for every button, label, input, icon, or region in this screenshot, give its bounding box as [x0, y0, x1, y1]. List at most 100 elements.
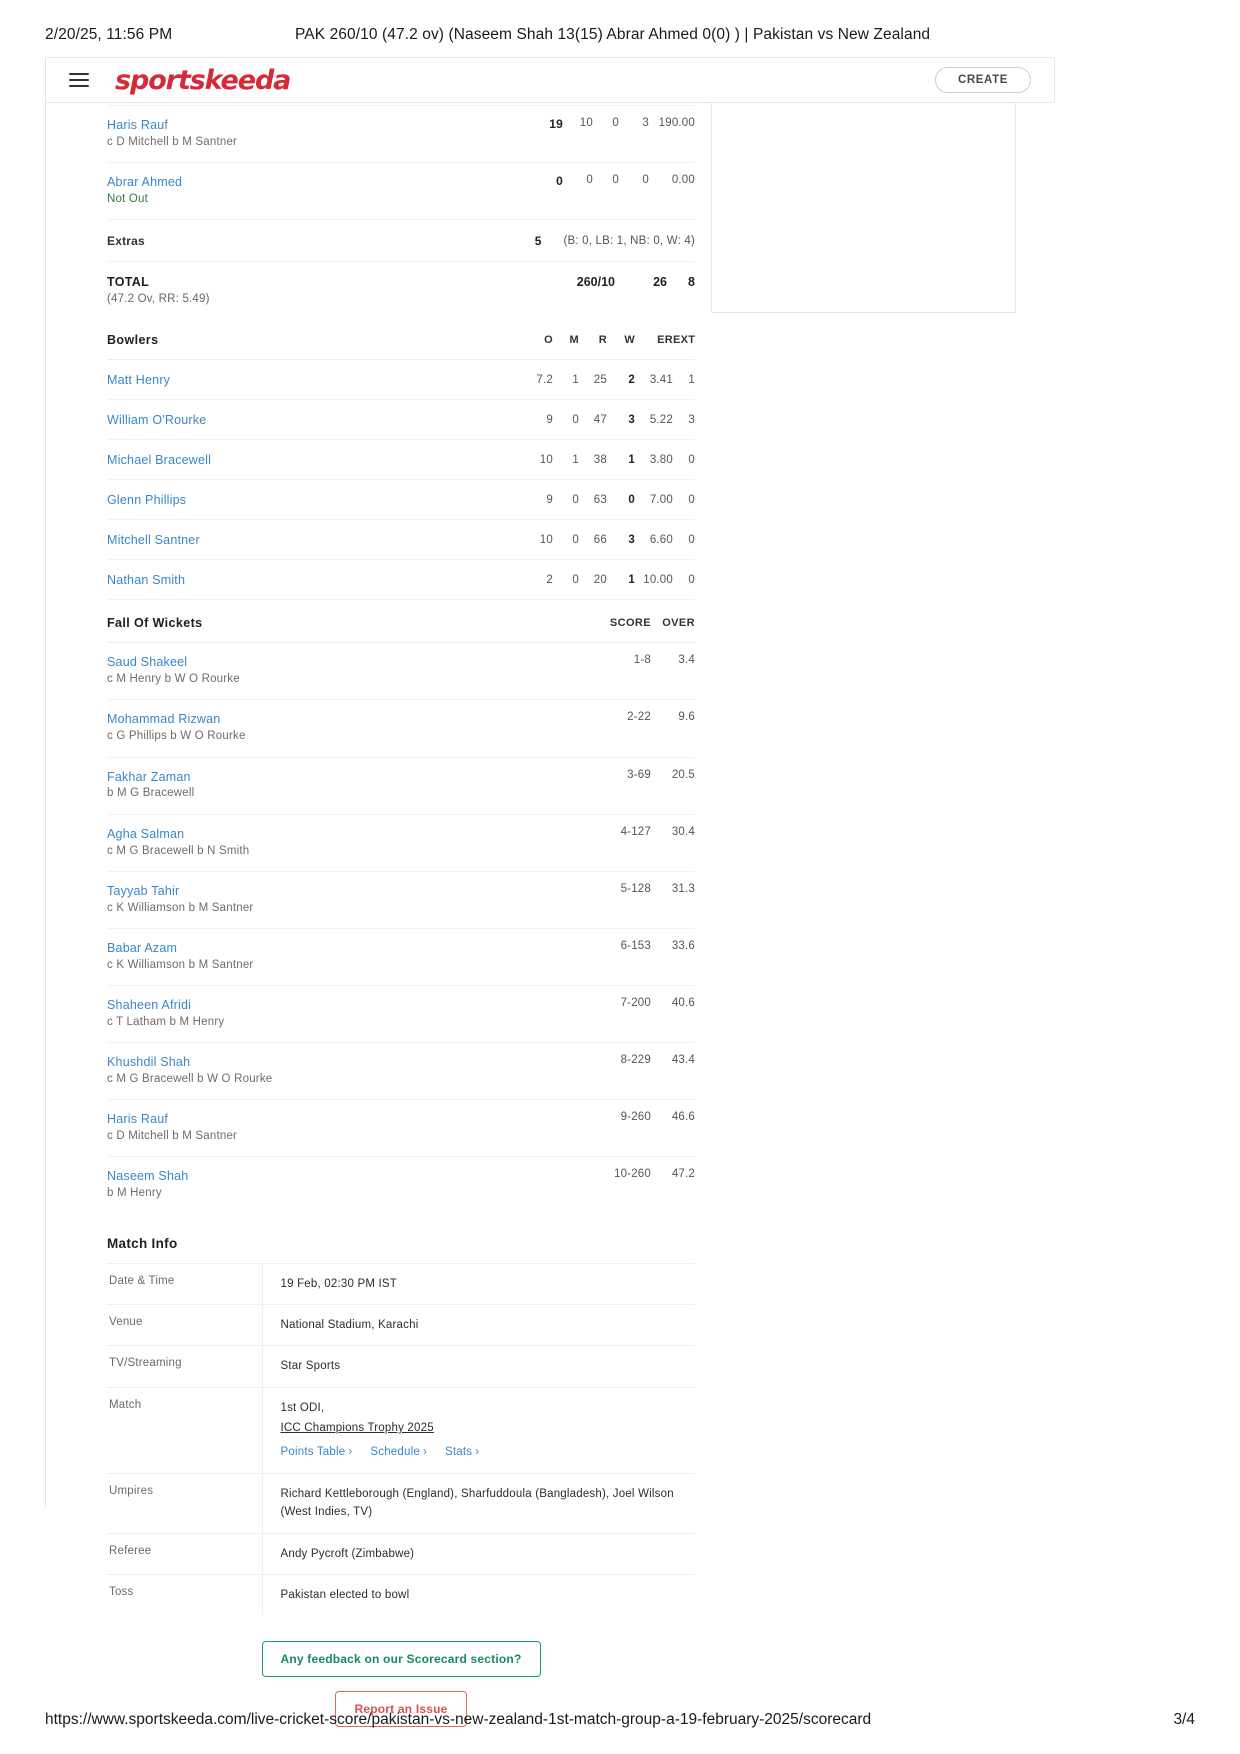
match-info-table: Date & Time 19 Feb, 02:30 PM IST Venue N…: [107, 1263, 695, 1616]
batsman-name[interactable]: Haris Rauf: [107, 117, 527, 134]
bowler-runs: 25: [593, 373, 607, 386]
column-header-wickets: W: [624, 334, 635, 347]
sportskeeda-logo[interactable]: sportskeeda: [115, 65, 291, 96]
bowler-runs: 63: [593, 493, 607, 506]
fow-dismissal: c M G Bracewell b N Smith: [107, 844, 250, 857]
match-info-key-match: Match: [107, 1387, 263, 1474]
table-row[interactable]: Haris Rauf c D Mitchell b M Santner 9-26…: [107, 1100, 695, 1158]
match-info-value-match: 1st ODI, ICC Champions Trophy 2025 Point…: [262, 1387, 695, 1473]
table-row[interactable]: Mitchell Santner 10 0 66 3 6.60 0: [107, 520, 695, 561]
batsman-balls: 10: [579, 117, 593, 129]
print-page-number: 3/4: [1173, 1711, 1195, 1728]
fow-player-name[interactable]: Haris Rauf: [107, 1111, 573, 1128]
site-header: sportskeeda CREATE: [45, 57, 1055, 103]
fow-dismissal: b M Henry: [107, 1187, 162, 1200]
bowler-name[interactable]: Matt Henry: [107, 373, 523, 387]
fow-dismissal: c M G Bracewell b W O Rourke: [107, 1073, 273, 1085]
create-button[interactable]: CREATE: [934, 67, 1031, 93]
batsman-dismissal: Not Out: [107, 193, 149, 205]
table-row[interactable]: Matt Henry 7.2 1 25 2 3.41 1: [107, 360, 695, 401]
bowler-extras: 0: [688, 493, 695, 506]
fow-over: 31.3: [671, 882, 695, 895]
table-row[interactable]: William O'Rourke 9 0 47 3 5.22 3: [107, 400, 695, 441]
fow-player-name[interactable]: Saud Shakeel: [107, 654, 573, 671]
table-row[interactable]: Mohammad Rizwan c G Phillips b W O Rourk…: [107, 700, 695, 758]
fow-player-name[interactable]: Fakhar Zaman: [107, 769, 573, 786]
bowler-name[interactable]: William O'Rourke: [107, 413, 523, 427]
print-source-url: https://www.sportskeeda.com/live-cricket…: [45, 1711, 872, 1728]
bowler-overs: 9: [546, 493, 553, 506]
column-header-over: OVER: [662, 617, 695, 630]
fow-player-name[interactable]: Tayyab Tahir: [107, 883, 573, 900]
table-row[interactable]: Naseem Shah b M Henry 10-260 47.2: [107, 1157, 695, 1213]
bowler-overs: 9: [546, 413, 553, 426]
batsman-runs: 19: [549, 117, 563, 131]
bowler-name[interactable]: Nathan Smith: [107, 573, 523, 587]
column-header-maidens: M: [569, 334, 579, 347]
table-row[interactable]: Saud Shakeel c M Henry b W O Rourke 1-8 …: [107, 643, 695, 701]
bowler-wickets: 2: [628, 373, 635, 386]
table-row[interactable]: Shaheen Afridi c T Latham b M Henry 7-20…: [107, 986, 695, 1044]
batsman-sixes: 3: [642, 117, 649, 129]
bowler-runs: 20: [593, 573, 607, 586]
table-row: Venue National Stadium, Karachi: [107, 1304, 695, 1346]
print-timestamp: 2/20/25, 11:56 PM: [45, 26, 173, 43]
fow-score: 10-260: [613, 1168, 651, 1181]
total-label: TOTAL: [107, 275, 150, 290]
fow-player-name[interactable]: Naseem Shah: [107, 1168, 573, 1185]
stats-link[interactable]: Stats ›: [445, 1443, 479, 1461]
table-row[interactable]: Haris Rauf c D Mitchell b M Santner 19 1…: [107, 106, 695, 164]
fow-over: 30.4: [671, 825, 695, 838]
fow-player-name[interactable]: Agha Salman: [107, 826, 573, 843]
bowler-wickets: 3: [628, 413, 635, 426]
batsman-name[interactable]: Abrar Ahmed: [107, 174, 527, 191]
bowler-wickets: 0: [628, 493, 635, 506]
table-row[interactable]: Babar Azam c K Williamson b M Santner 6-…: [107, 929, 695, 986]
bowler-name[interactable]: Michael Bracewell: [107, 453, 523, 467]
bowler-runs: 38: [593, 453, 607, 466]
bowler-name[interactable]: Mitchell Santner: [107, 533, 523, 547]
schedule-link[interactable]: Schedule ›: [370, 1443, 427, 1461]
scorecard-content: b M Henry Haris Rauf c D Mitchell b M Sa…: [107, 82, 696, 1728]
fow-player-name[interactable]: Babar Azam: [107, 940, 573, 957]
table-row[interactable]: Michael Bracewell 10 1 38 1 3.80 0: [107, 440, 695, 481]
bowler-economy: 7.00: [649, 493, 673, 506]
table-row[interactable]: Abrar Ahmed Not Out 0 0 0 0 0.00: [107, 163, 695, 221]
bowlers-table: Matt Henry 7.2 1 25 2 3.41 1 William O'R…: [107, 360, 695, 601]
feedback-button[interactable]: Any feedback on our Scorecard section?: [261, 1641, 541, 1678]
match-info-value-toss: Pakistan elected to bowl: [280, 1589, 410, 1602]
bowler-extras: 3: [688, 413, 695, 426]
batsman-runs: 0: [556, 174, 563, 189]
bowler-maidens: 0: [572, 413, 579, 426]
table-row[interactable]: Nathan Smith 2 0 20 1 10.00 0: [107, 560, 695, 601]
series-link[interactable]: ICC Champions Trophy 2025: [281, 1419, 434, 1437]
fow-score: 6-153: [620, 939, 651, 952]
table-row: Umpires Richard Kettleborough (England),…: [107, 1473, 695, 1534]
table-row: Date & Time 19 Feb, 02:30 PM IST: [107, 1263, 695, 1305]
points-table-link[interactable]: Points Table ›: [281, 1443, 353, 1461]
table-row[interactable]: Glenn Phillips 9 0 63 0 7.00 0: [107, 480, 695, 521]
print-header: 2/20/25, 11:56 PM PAK 260/10 (47.2 ov) (…: [0, 26, 1240, 44]
match-info-key-tv: TV/Streaming: [107, 1345, 263, 1388]
table-row[interactable]: Agha Salman c M G Bracewell b N Smith 4-…: [107, 815, 695, 872]
batsman-fours: 0: [612, 117, 619, 129]
batsman-balls: 0: [586, 174, 593, 187]
fow-over: 47.2: [671, 1168, 695, 1181]
extras-row: Extras 5 (B: 0, LB: 1, NB: 0, W: 4): [107, 220, 695, 263]
bowler-economy: 3.41: [649, 373, 673, 386]
bowler-name[interactable]: Glenn Phillips: [107, 493, 523, 507]
extras-label: Extras: [107, 234, 145, 249]
table-row[interactable]: Tayyab Tahir c K Williamson b M Santner …: [107, 872, 695, 929]
fow-player-name[interactable]: Khushdil Shah: [107, 1054, 573, 1071]
column-header-score: SCORE: [609, 617, 651, 630]
bowler-extras: 0: [688, 573, 695, 586]
fow-dismissal: c T Latham b M Henry: [107, 1015, 225, 1028]
table-row[interactable]: Khushdil Shah c M G Bracewell b W O Rour…: [107, 1043, 695, 1101]
table-row[interactable]: Fakhar Zaman b M G Bracewell 3-69 20.5: [107, 758, 695, 815]
fow-score: 4-127: [620, 825, 651, 838]
fow-player-name[interactable]: Mohammad Rizwan: [107, 711, 573, 728]
hamburger-icon[interactable]: [69, 73, 89, 87]
fow-dismissal: c M Henry b W O Rourke: [107, 673, 240, 686]
column-header-extras: EXT: [673, 334, 696, 347]
fow-player-name[interactable]: Shaheen Afridi: [107, 997, 573, 1014]
